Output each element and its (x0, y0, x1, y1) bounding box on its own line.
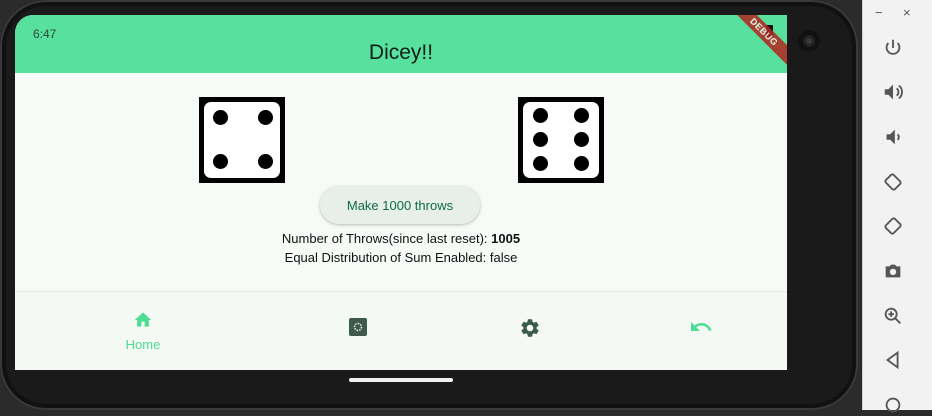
bottom-navigation: Home (15, 291, 787, 370)
die-pip (533, 156, 548, 171)
throws-label: Number of Throws(since last reset): (281, 231, 492, 246)
camera-icon[interactable] (882, 260, 904, 282)
die-pip (574, 132, 589, 147)
die-face (523, 102, 599, 178)
emulator-controls: − × (862, 0, 932, 413)
gesture-handle[interactable] (349, 378, 453, 382)
nav-item-home[interactable]: Home (103, 310, 183, 352)
make-throws-button[interactable]: Make 1000 throws (320, 186, 480, 224)
rotate-right-icon[interactable] (882, 215, 904, 237)
nav-item-reset[interactable] (661, 319, 741, 342)
settings-icon (521, 319, 539, 337)
die-pip (533, 132, 548, 147)
undo-icon (691, 322, 712, 331)
right-die[interactable] (518, 97, 604, 183)
back-icon[interactable] (882, 349, 904, 371)
home-icon (134, 312, 152, 327)
home-circle-icon[interactable] (882, 394, 904, 416)
left-die[interactable] (199, 97, 285, 183)
app-screen: 6:47 Dicey!! DEBUG Make 1000 throws Numb… (15, 15, 787, 370)
die-pip (574, 108, 589, 123)
die-pip (258, 110, 273, 125)
die-pip (213, 110, 228, 125)
volume-down-icon[interactable] (882, 126, 904, 148)
nav-item-settings[interactable] (490, 317, 570, 344)
die-pip (258, 154, 273, 169)
status-time: 6:47 (33, 27, 57, 41)
front-camera (798, 30, 820, 52)
volume-up-icon[interactable] (882, 81, 904, 103)
nav-item-label: Home (125, 337, 161, 352)
page-title: Dicey!! (368, 41, 434, 64)
die-pip (574, 156, 589, 171)
rotate-left-icon[interactable] (882, 171, 904, 193)
close-button[interactable]: × (903, 5, 911, 20)
stats-icon (349, 318, 367, 336)
minimize-button[interactable]: − (875, 5, 883, 20)
die-pip (213, 154, 228, 169)
power-icon[interactable] (882, 37, 904, 59)
distribution-status: Equal Distribution of Sum Enabled: false (284, 250, 518, 265)
zoom-icon[interactable] (882, 305, 904, 327)
die-face (204, 102, 280, 178)
emulator-device-frame: 6:47 Dicey!! DEBUG Make 1000 throws Numb… (0, 0, 858, 410)
nav-item-stats[interactable] (318, 317, 398, 342)
throws-count-line: Number of Throws(since last reset): 1005 (15, 231, 787, 246)
throws-count: 1005 (491, 231, 521, 246)
app-bar: 6:47 Dicey!! DEBUG (15, 15, 787, 73)
die-pip (533, 108, 548, 123)
